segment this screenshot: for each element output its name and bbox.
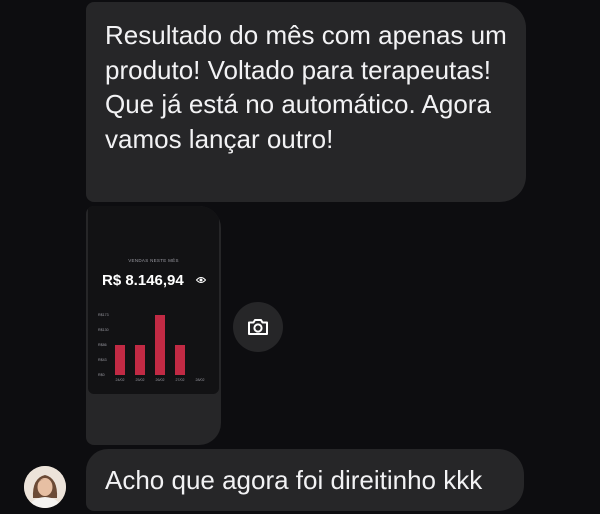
eye-icon — [196, 277, 206, 283]
avatar-image — [24, 466, 66, 508]
chart-bar — [135, 345, 145, 375]
camera-button[interactable] — [233, 302, 283, 352]
sales-screenshot: VENDAS NESTE MÊS R$ 8.146,94 R$173 R$130 R… — [88, 206, 219, 394]
chart-bar — [115, 345, 125, 375]
chart-bar — [155, 315, 165, 375]
image-attachment[interactable]: VENDAS NESTE MÊS R$ 8.146,94 R$173 R$130 R… — [86, 206, 221, 445]
x-tick-label: 25/02 — [136, 378, 145, 382]
chart-bar — [175, 345, 185, 375]
sales-amount: R$ 8.146,94 — [102, 272, 184, 289]
x-tick-label: 24/02 — [116, 378, 125, 382]
sales-caption: VENDAS NESTE MÊS — [128, 258, 179, 263]
y-tick-label: R$130 — [98, 328, 109, 332]
x-tick-label: 28/02 — [196, 378, 205, 382]
message-text: Resultado do mês com apenas um produto! … — [105, 20, 507, 154]
y-tick-label: R$0 — [98, 373, 105, 377]
y-tick-label: R$43 — [98, 358, 107, 362]
x-tick-label: 26/02 — [156, 378, 165, 382]
sales-bar-chart: R$173 R$130 R$86 R$43 R$0 24/02 25/02 26/02 27/0… — [98, 313, 205, 382]
message-text: Acho que agora foi direitinho kkk — [105, 465, 483, 495]
y-tick-label: R$173 — [98, 313, 109, 317]
received-message-bubble[interactable]: Acho que agora foi direitinho kkk — [86, 449, 524, 511]
x-tick-label: 27/02 — [176, 378, 185, 382]
camera-icon — [248, 319, 268, 335]
avatar[interactable] — [24, 466, 66, 508]
y-tick-label: R$86 — [98, 343, 107, 347]
received-message-bubble[interactable]: Resultado do mês com apenas um produto! … — [86, 2, 526, 202]
